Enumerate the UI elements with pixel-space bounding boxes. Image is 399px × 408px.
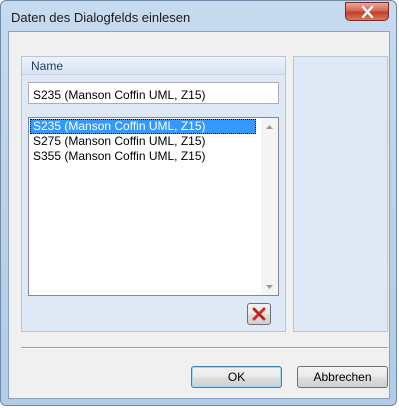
- title-bar[interactable]: Daten des Dialogfelds einlesen: [1, 1, 396, 33]
- list-item[interactable]: S235 (Manson Coffin UML, Z15): [30, 119, 256, 134]
- scroll-up-button[interactable]: [261, 118, 278, 135]
- list-item[interactable]: S355 (Manson Coffin UML, Z15): [30, 149, 256, 164]
- preview-panel: [293, 56, 388, 332]
- name-panel-header: Name: [22, 57, 285, 75]
- cancel-button[interactable]: Abbrechen: [297, 366, 388, 388]
- button-separator: [21, 347, 388, 349]
- ok-button[interactable]: OK: [191, 366, 282, 388]
- delete-button[interactable]: [247, 303, 271, 325]
- name-panel: Name S235 (Manson Coffin UML, Z15) S275 …: [21, 56, 286, 332]
- scroll-down-arrow-icon: [266, 284, 273, 289]
- close-button[interactable]: [345, 2, 389, 21]
- scroll-up-arrow-icon: [266, 124, 273, 129]
- delete-red-x-icon: [252, 307, 266, 321]
- close-x-icon: [361, 6, 374, 18]
- window-title: Daten des Dialogfelds einlesen: [11, 10, 191, 25]
- scroll-down-button[interactable]: [261, 278, 278, 295]
- name-label: Name: [31, 59, 64, 73]
- list-item[interactable]: S275 (Manson Coffin UML, Z15): [30, 134, 256, 149]
- name-input[interactable]: [28, 82, 279, 104]
- vertical-scrollbar[interactable]: [261, 118, 278, 295]
- name-listbox[interactable]: S235 (Manson Coffin UML, Z15) S275 (Mans…: [28, 117, 279, 296]
